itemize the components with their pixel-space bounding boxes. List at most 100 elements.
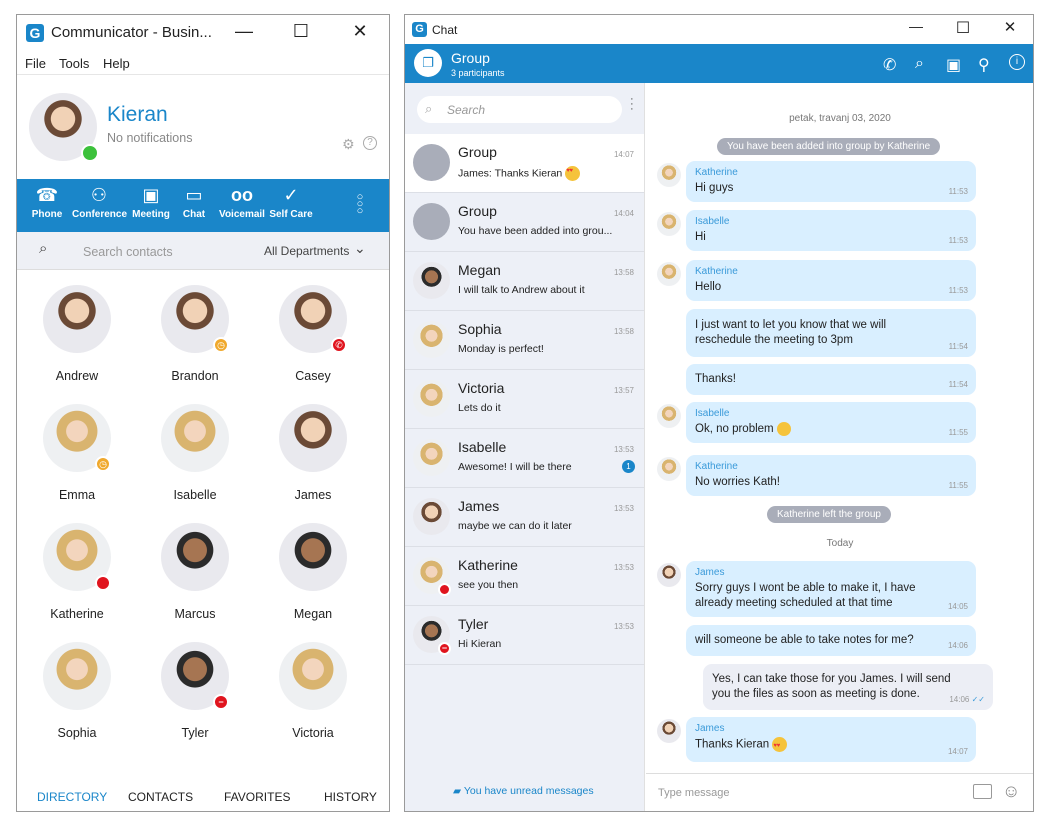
info-icon[interactable]: i — [1009, 54, 1025, 70]
date-separator: Today — [826, 538, 854, 549]
heart-eyes-emoji-icon — [565, 166, 581, 181]
more-options-icon[interactable]: ○ ○ ○ — [350, 179, 370, 232]
date-separator: petak, travanj 03, 2020 — [789, 113, 891, 124]
list-item[interactable]: Victoria Lets do it 13:57 — [405, 370, 644, 429]
list-item[interactable]: Sophia Monday is perfect! 13:58 — [405, 311, 644, 370]
message-input[interactable]: Type message — [658, 787, 730, 799]
minimize-button[interactable]: — — [221, 21, 267, 42]
avatar — [657, 212, 681, 236]
avatar — [657, 404, 681, 428]
tab-contacts[interactable]: CONTACTS — [128, 790, 193, 804]
department-select[interactable]: All Departments — [264, 244, 349, 258]
avatar — [161, 404, 229, 472]
message-bubble: will someone be able to take notes for m… — [686, 625, 976, 656]
conversation-list: ⌕ Search ··· GroupJames: Thanks Kieran 1… — [405, 83, 645, 811]
heart-eyes-emoji-icon — [772, 737, 788, 754]
close-button[interactable]: ✕ — [987, 18, 1033, 36]
message-bubble: I just want to let you know that we will… — [686, 309, 976, 357]
main-toolbar: ☎ Phone ⚇ Conference ▣ Meeting ▭ Chat oo Voic… — [17, 179, 389, 232]
search-icon[interactable]: ⌕ — [915, 55, 924, 73]
chat-bubble-icon: ▰ — [453, 785, 462, 797]
search-icon: ⌕ — [425, 101, 433, 116]
read-checkmark-icon: ✓✓ — [971, 695, 985, 704]
message-bubble: Isabelle Ok, no problem 11:55 — [686, 402, 976, 444]
profile-status: No notifications — [107, 131, 193, 145]
group-avatar-icon — [413, 144, 450, 181]
meeting-icon: ▣ — [142, 185, 160, 205]
conversation-search-input[interactable]: ⌕ Search — [417, 96, 622, 123]
attach-file-icon[interactable] — [973, 784, 992, 799]
search-icon: ⌕ — [39, 240, 48, 257]
unread-messages-link[interactable]: ▰ You have unread messages — [453, 785, 594, 797]
toolbar-chat[interactable]: ▭ Chat — [177, 179, 211, 232]
toolbar-self-care[interactable]: ✓ Self Care — [269, 179, 313, 232]
list-item[interactable]: James maybe we can do it later 13:53 — [405, 488, 644, 547]
on-call-icon: ✆ — [331, 337, 347, 353]
list-item[interactable]: Group You have been added into grou... 14:… — [405, 193, 644, 252]
unread-count-badge: 1 — [622, 460, 635, 473]
settings-icon[interactable]: ⚙ — [342, 136, 355, 153]
system-message: Katherine left the group — [767, 506, 891, 523]
avatar — [413, 439, 450, 476]
message-bubble: JamesThanks Kieran 14:07 — [686, 717, 976, 762]
add-participant-icon[interactable]: ⚲ — [978, 55, 990, 75]
call-icon[interactable]: ✆ — [883, 55, 896, 75]
maximize-button[interactable]: ☐ — [278, 21, 324, 42]
maximize-button[interactable]: ☐ — [940, 18, 986, 38]
message-bubble: Isabelle Hi 11:53 — [686, 210, 976, 251]
avatar — [657, 262, 681, 286]
list-item[interactable]: − Tyler Hi Kieran 13:53 — [405, 606, 644, 665]
avatar — [413, 262, 450, 299]
presence-online-icon — [81, 144, 99, 162]
away-clock-icon: ◷ — [95, 456, 111, 472]
menu-file[interactable]: File — [25, 56, 46, 71]
avatar — [657, 163, 681, 187]
tab-favorites[interactable]: FAVORITES — [224, 790, 290, 804]
group-chat-icon: ❐ — [414, 49, 442, 77]
avatar — [279, 404, 347, 472]
list-item[interactable]: GroupJames: Thanks Kieran 14:07 — [405, 134, 644, 193]
close-button[interactable]: ✕ — [337, 21, 383, 42]
toolbar-conference[interactable]: ⚇ Conference — [72, 179, 127, 232]
avatar — [413, 498, 450, 535]
avatar — [657, 719, 681, 743]
conference-icon: ⚇ — [90, 185, 108, 205]
menu-help[interactable]: Help — [103, 56, 130, 71]
emoji-picker-icon[interactable]: ☺ — [1002, 781, 1020, 802]
phone-icon: ☎ — [35, 185, 59, 205]
list-item[interactable]: Isabelle Awesome! I will be there 13:53 1 — [405, 429, 644, 488]
screen-share-icon[interactable]: ▣ — [946, 55, 961, 75]
avatar — [657, 457, 681, 481]
contact-search-bar: ⌕ Search contacts All Departments ⌄ — [17, 232, 389, 270]
message-bubble: Thanks! 11:54 — [686, 364, 976, 395]
divider — [17, 74, 389, 75]
minimize-button[interactable]: — — [893, 18, 939, 34]
tab-directory[interactable]: DIRECTORY — [37, 790, 107, 804]
help-icon[interactable]: ? — [363, 136, 377, 150]
avatar — [161, 523, 229, 591]
smile-emoji-icon — [776, 422, 791, 436]
list-item[interactable]: Katherine see you then 13:53 — [405, 547, 644, 606]
avatar — [413, 380, 450, 417]
avatar — [43, 285, 111, 353]
chat-window: G Chat — ☐ ✕ ❐ Group 3 participants ✆ ⌕ … — [404, 14, 1034, 812]
message-input-bar: Type message ☺ — [646, 773, 1033, 811]
group-avatar-icon — [413, 203, 450, 240]
message-pane: petak, travanj 03, 2020 You have been ad… — [646, 83, 1033, 773]
list-item[interactable]: Megan I will talk to Andrew about it 13:58 — [405, 252, 644, 311]
menu-tools[interactable]: Tools — [59, 56, 89, 71]
search-contacts-input[interactable]: Search contacts — [83, 245, 173, 259]
tab-history[interactable]: HISTORY — [324, 790, 377, 804]
do-not-disturb-icon: − — [213, 694, 229, 710]
own-message-bubble: Yes, I can take those for you James. I w… — [703, 664, 993, 710]
message-bubble: Katherine Hello 11:53 — [686, 260, 976, 301]
toolbar-voicemail[interactable]: oo Voicemail — [217, 179, 267, 232]
avatar — [43, 642, 111, 710]
message-bubble: James Sorry guys I wont be able to make i… — [686, 561, 976, 617]
window-title: Communicator - Busin... — [51, 24, 212, 41]
list-menu-icon[interactable]: · · · — [630, 94, 634, 115]
message-bubble: Katherine Hi guys 11:53 — [686, 161, 976, 202]
toolbar-phone[interactable]: ☎ Phone — [27, 179, 67, 232]
chevron-down-icon[interactable]: ⌄ — [354, 240, 366, 257]
toolbar-meeting[interactable]: ▣ Meeting — [129, 179, 173, 232]
